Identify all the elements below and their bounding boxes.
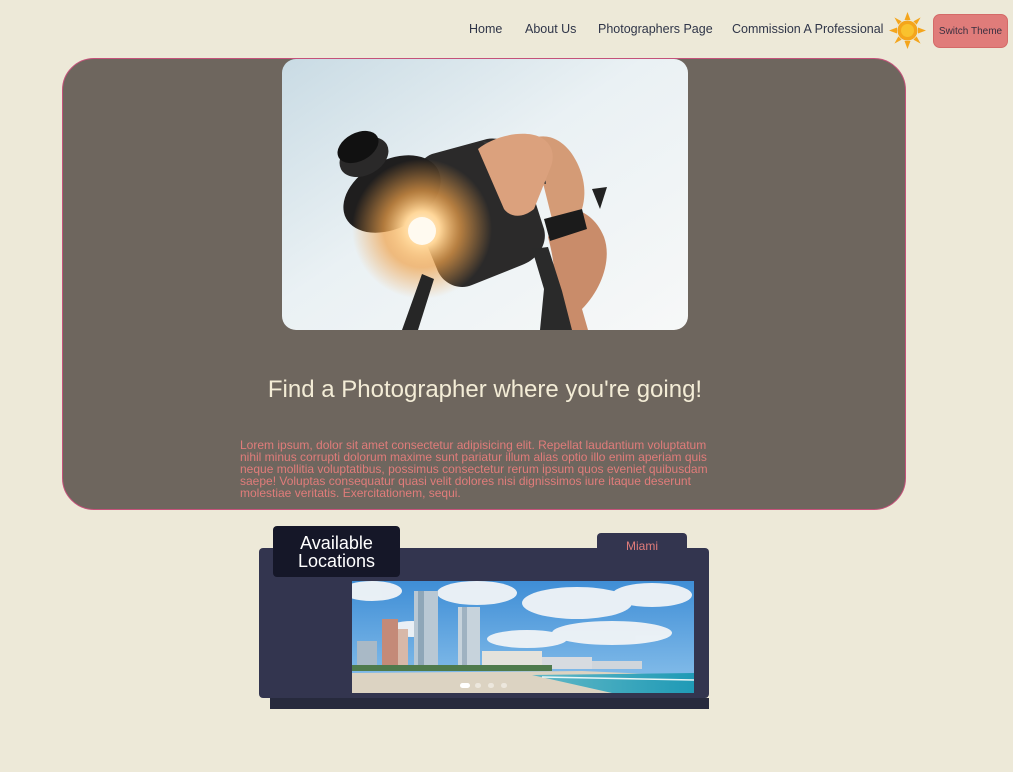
carousel-dot-4[interactable]	[501, 683, 507, 688]
hero-card: Find a Photographer where you're going! …	[62, 58, 906, 510]
hero-title: Find a Photographer where you're going!	[267, 376, 703, 403]
nav-link-photographers-page[interactable]: Photographers Page	[598, 22, 713, 36]
locations-title-line1: Available	[300, 532, 373, 553]
carousel-dot-1[interactable]	[460, 683, 470, 688]
locations-panel-shadow	[270, 698, 709, 709]
hero-body-text: Lorem ipsum, dolor sit amet consectetur …	[240, 438, 708, 500]
miami-skyline-photo	[352, 581, 694, 693]
nav-link-about-us[interactable]: About Us	[525, 22, 576, 36]
switch-theme-button[interactable]: Switch Theme	[933, 14, 1008, 48]
nav-link-commission-professional[interactable]: Commission A Professional	[732, 22, 883, 36]
location-carousel[interactable]	[352, 581, 694, 693]
tab-miami[interactable]: Miami	[597, 533, 687, 559]
top-nav: Home About Us Photographers Page Commiss…	[0, 0, 1013, 60]
locations-title-line2: Locations	[297, 550, 376, 571]
sun-icon[interactable]	[889, 12, 926, 49]
locations-title: Available Locations	[273, 526, 400, 577]
carousel-dot-2[interactable]	[475, 683, 481, 688]
nav-link-home[interactable]: Home	[469, 22, 502, 36]
carousel-dot-3[interactable]	[488, 683, 494, 688]
hero-camera-photo	[282, 59, 688, 330]
